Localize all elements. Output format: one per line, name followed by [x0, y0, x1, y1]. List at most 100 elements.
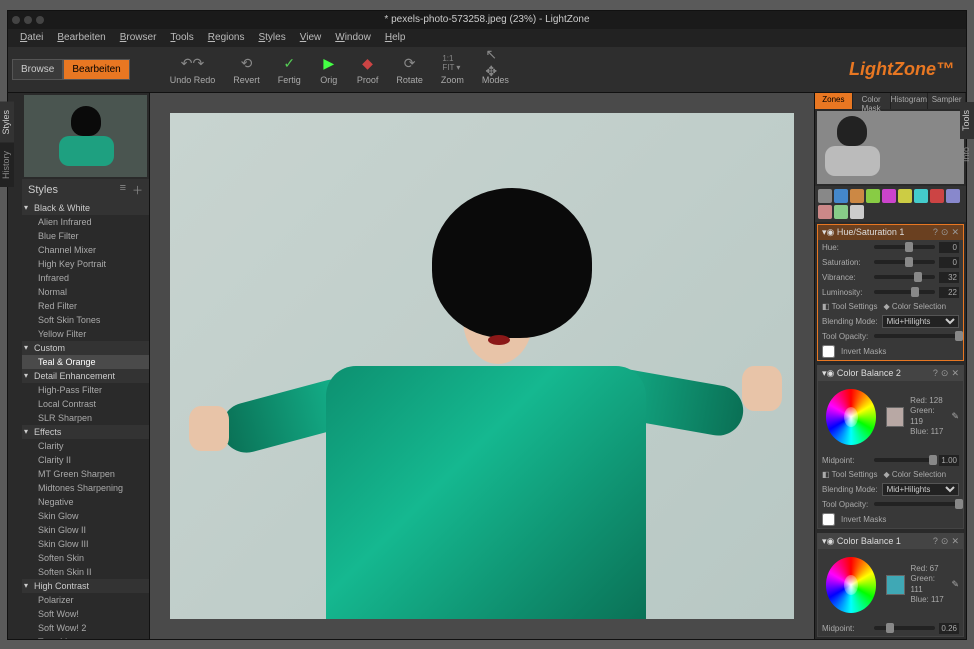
style-item[interactable]: Red Filter: [22, 299, 149, 313]
menu-datei[interactable]: Datei: [14, 30, 49, 45]
color-swatch[interactable]: [886, 575, 904, 595]
menu-tools[interactable]: Tools: [164, 30, 199, 45]
menu-view[interactable]: View: [294, 30, 328, 45]
style-item[interactable]: High-Pass Filter: [22, 383, 149, 397]
zone-tab-zones[interactable]: Zones: [815, 93, 853, 109]
done-button[interactable]: ✓Fertig: [278, 53, 301, 85]
panel-toggle-icon[interactable]: ▾: [822, 227, 827, 238]
undo-redo-button[interactable]: ↶↷Undo Redo: [170, 53, 216, 85]
style-category[interactable]: Detail Enhancement: [22, 369, 149, 383]
style-item[interactable]: Soft Wow!: [22, 607, 149, 621]
invert-masks-checkbox[interactable]: [822, 513, 835, 526]
blend-mode-select[interactable]: Mid+Hilights: [882, 315, 959, 328]
image-canvas[interactable]: [170, 113, 794, 619]
style-item[interactable]: Skin Glow II: [22, 523, 149, 537]
tool-picker-icon[interactable]: [834, 205, 848, 219]
panel-toggle-icon[interactable]: ▾: [822, 536, 827, 547]
eyedropper-icon[interactable]: ✎: [951, 579, 959, 590]
zoom-button[interactable]: 1:1 FIT ▾Zoom: [441, 53, 464, 85]
style-item[interactable]: Clarity: [22, 439, 149, 453]
midpoint-slider[interactable]: [874, 458, 935, 462]
tool-picker-icon[interactable]: [882, 189, 896, 203]
zone-tab-color mask[interactable]: Color Mask: [853, 93, 891, 109]
menu-help[interactable]: Help: [379, 30, 412, 45]
style-item[interactable]: MT Green Sharpen: [22, 467, 149, 481]
zones-preview[interactable]: [817, 111, 964, 184]
style-item[interactable]: Soften Skin: [22, 551, 149, 565]
slider[interactable]: [874, 245, 935, 249]
color-wheel[interactable]: [826, 389, 876, 445]
style-item[interactable]: Skin Glow III: [22, 537, 149, 551]
tool-picker-icon[interactable]: [946, 189, 960, 203]
tool-picker-icon[interactable]: [850, 205, 864, 219]
enable-icon[interactable]: ⊙: [941, 368, 949, 379]
edit-mode-button[interactable]: Bearbeiten: [63, 59, 129, 80]
blend-mode-select[interactable]: Mid+Hilights: [882, 483, 959, 496]
tool-picker-icon[interactable]: [866, 189, 880, 203]
style-item[interactable]: Clarity II: [22, 453, 149, 467]
menu-window[interactable]: Window: [329, 30, 377, 45]
menu-bearbeiten[interactable]: Bearbeiten: [51, 30, 111, 45]
help-icon[interactable]: ?: [933, 536, 938, 547]
style-item[interactable]: Polarizer: [22, 593, 149, 607]
style-item[interactable]: High Key Portrait: [22, 257, 149, 271]
style-item[interactable]: Skin Glow: [22, 509, 149, 523]
help-icon[interactable]: ?: [933, 227, 938, 238]
preview-thumbnail[interactable]: [24, 95, 147, 177]
color-swatch[interactable]: [886, 407, 904, 427]
enable-icon[interactable]: ⊙: [941, 536, 949, 547]
styles-side-tab[interactable]: Styles: [8, 102, 14, 143]
tool-picker-icon[interactable]: [914, 189, 928, 203]
opacity-slider[interactable]: [874, 502, 959, 506]
eyedropper-icon[interactable]: ✎: [951, 411, 959, 422]
history-side-tab[interactable]: History: [8, 143, 14, 187]
tool-settings-link[interactable]: ◧ Tool Settings: [822, 470, 877, 479]
style-item[interactable]: Local Contrast: [22, 397, 149, 411]
style-item[interactable]: SLR Sharpen: [22, 411, 149, 425]
styles-list[interactable]: Black & WhiteAlien InfraredBlue FilterCh…: [22, 201, 149, 639]
menu-regions[interactable]: Regions: [202, 30, 251, 45]
window-controls[interactable]: [12, 16, 44, 24]
info-side-tab[interactable]: Info: [960, 139, 966, 170]
modes-button[interactable]: ↖ ✥Modes: [482, 53, 509, 85]
close-icon[interactable]: ✕: [951, 227, 959, 238]
slider[interactable]: [874, 290, 935, 294]
tool-picker-icon[interactable]: [834, 189, 848, 203]
revert-button[interactable]: ⟲Revert: [233, 53, 260, 85]
midpoint-slider[interactable]: [874, 626, 935, 630]
menu-styles[interactable]: Styles: [252, 30, 291, 45]
tool-picker-icon[interactable]: [850, 189, 864, 203]
color-wheel[interactable]: [826, 557, 876, 613]
style-item[interactable]: Yellow Filter: [22, 327, 149, 341]
tools-side-tab[interactable]: Tools: [960, 102, 966, 139]
orig-button[interactable]: ▶Orig: [319, 53, 339, 85]
style-item[interactable]: Channel Mixer: [22, 243, 149, 257]
browse-mode-button[interactable]: Browse: [12, 59, 63, 80]
slider[interactable]: [874, 275, 935, 279]
opacity-slider[interactable]: [874, 334, 959, 338]
style-item[interactable]: Negative: [22, 495, 149, 509]
style-item[interactable]: Teal & Orange: [22, 355, 149, 369]
close-icon[interactable]: ✕: [951, 368, 959, 379]
style-category[interactable]: High Contrast: [22, 579, 149, 593]
style-category[interactable]: Effects: [22, 425, 149, 439]
style-item[interactable]: Tone Mapper: [22, 635, 149, 639]
style-item[interactable]: Infrared: [22, 271, 149, 285]
color-selection-link[interactable]: ◆ Color Selection: [883, 470, 946, 479]
tool-picker-icon[interactable]: [898, 189, 912, 203]
panel-toggle-icon[interactable]: ▾: [822, 368, 827, 379]
slider[interactable]: [874, 260, 935, 264]
menu-browser[interactable]: Browser: [114, 30, 163, 45]
proof-button[interactable]: ◆Proof: [357, 53, 379, 85]
invert-masks-checkbox[interactable]: [822, 345, 835, 358]
style-item[interactable]: Soft Wow! 2: [22, 621, 149, 635]
style-item[interactable]: Normal: [22, 285, 149, 299]
style-item[interactable]: Blue Filter: [22, 229, 149, 243]
close-icon[interactable]: ✕: [951, 536, 959, 547]
style-item[interactable]: Midtones Sharpening: [22, 481, 149, 495]
styles-menu-icon[interactable]: ≡: [120, 182, 126, 198]
tool-picker-icon[interactable]: [818, 189, 832, 203]
zone-tab-histogram[interactable]: Histogram: [891, 93, 929, 109]
tool-settings-link[interactable]: ◧ Tool Settings: [822, 302, 877, 311]
styles-add-icon[interactable]: ＋: [132, 182, 143, 198]
